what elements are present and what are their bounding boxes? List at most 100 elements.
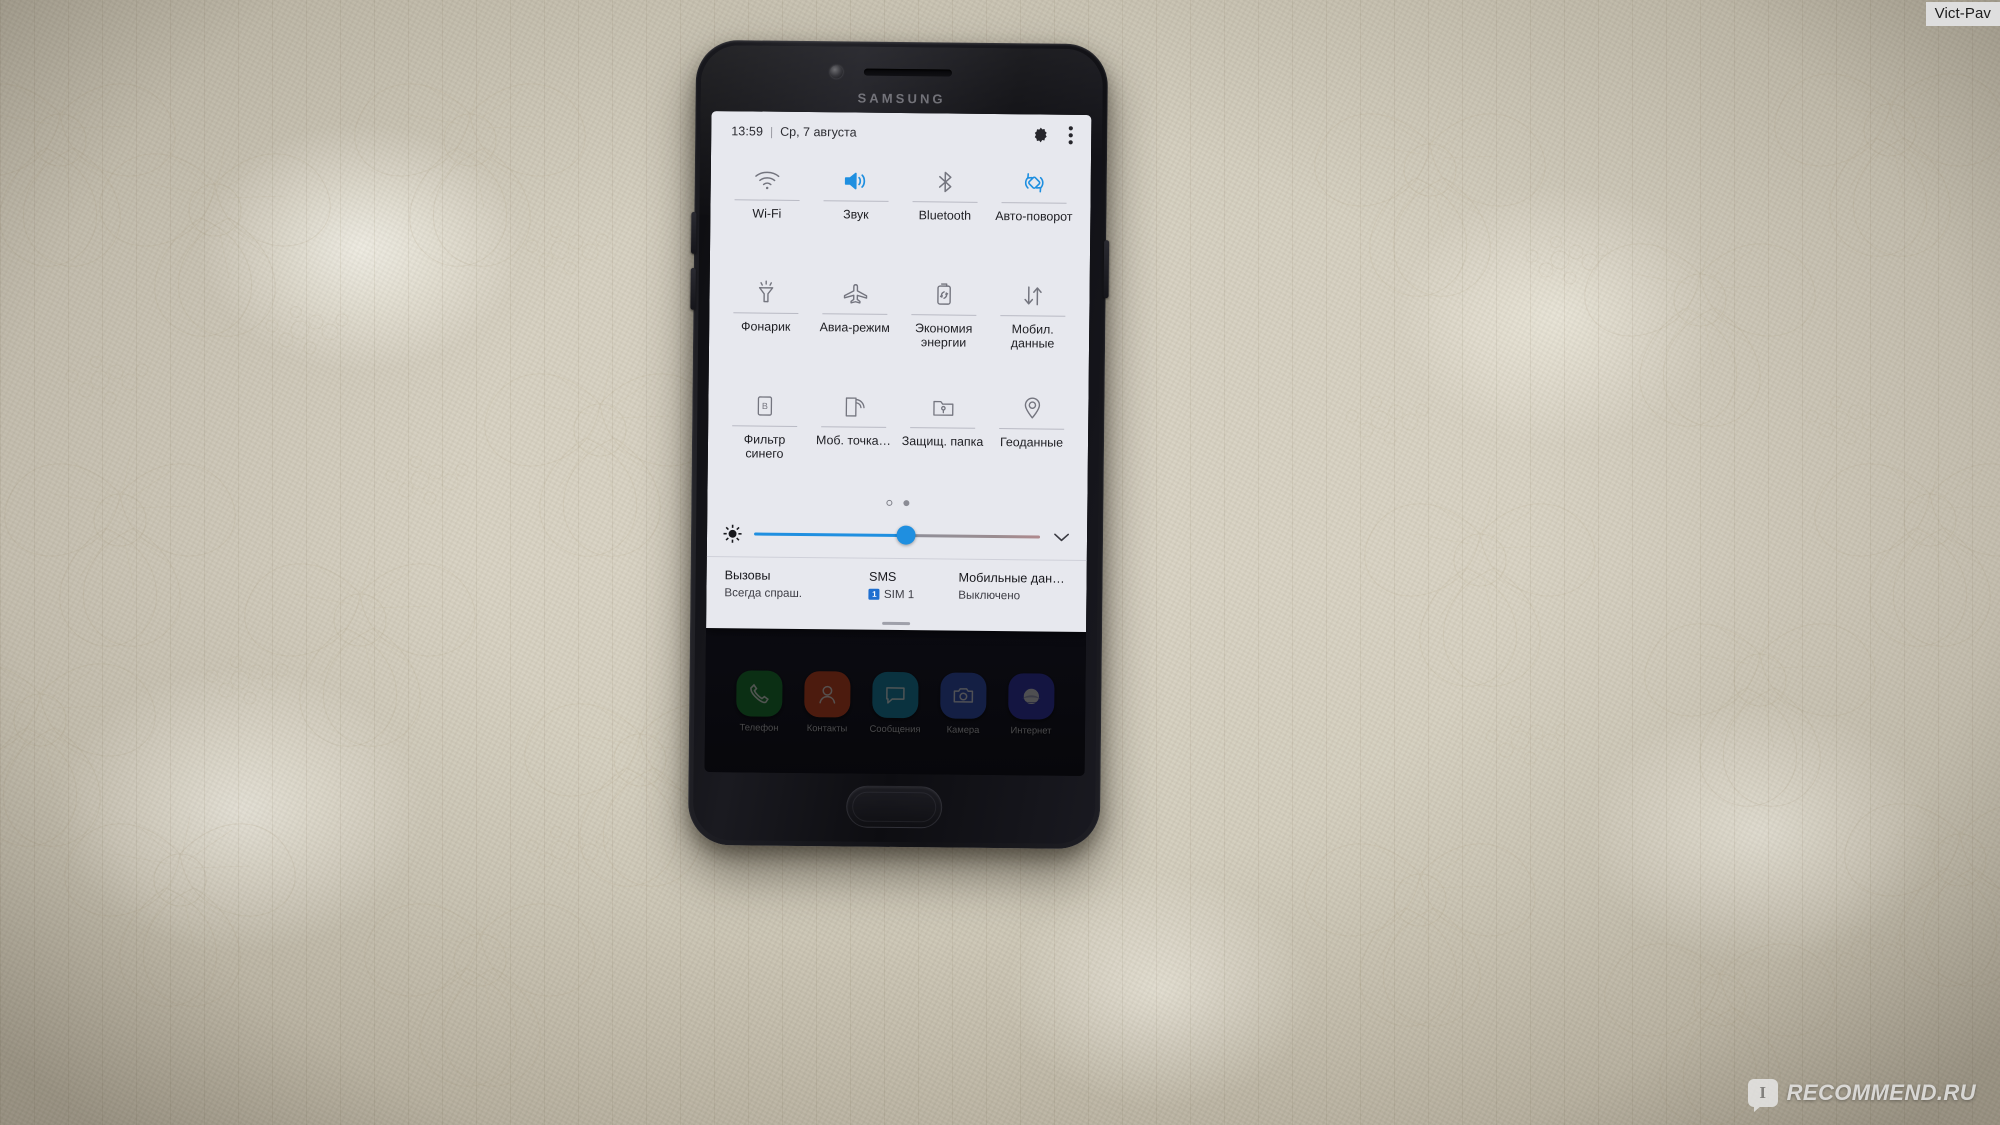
auto-rotate-icon [1021,165,1048,199]
toggle-location[interactable]: Геоданные [986,382,1076,496]
brightness-slider-handle[interactable] [896,525,916,545]
phone-body: SAMSUNG Телефон Контакты Сообщения Камер… [692,44,1104,845]
toggle-label: Мобил. данные [1010,322,1055,352]
dock-app-label: Контакты [806,722,848,734]
volume-down-button[interactable] [690,267,696,310]
dock-app-camera[interactable]: Камера [935,672,992,735]
volume-up-button[interactable] [690,211,697,254]
more-vertical-icon[interactable] [1068,125,1073,144]
tile-divider [1001,202,1067,204]
dock-app-internet[interactable]: Интернет [1003,673,1060,736]
sim-value-text: Всегда спраш. [724,586,803,601]
toggle-mobile-hotspot[interactable]: Моб. точка… [808,380,898,494]
toggle-label: Моб. точка… [815,433,892,448]
sound-icon [843,163,870,197]
panel-drag-handle[interactable] [882,621,911,626]
toggle-label: Звук [843,207,869,222]
dock-app-label: Камера [946,723,980,735]
toggle-auto-rotate[interactable]: Авто-поворот [989,156,1079,270]
sim-value-text: SIM 1 [883,587,915,602]
phone-screen: Телефон Контакты Сообщения Камера Интерн… [704,111,1092,776]
toggle-label: Геоданные [999,435,1064,450]
sim-value-text: Выключено [958,588,1021,603]
recommend-logo-text: RECOMMEND.RU [1786,1080,1976,1105]
tile-divider [822,313,887,315]
dock-app-contacts[interactable]: Контакты [799,671,856,734]
toggle-airplane-mode[interactable]: Авиа-режим [810,267,900,381]
toggle-label: Фонарик [741,319,791,334]
dock-app-messages[interactable]: Сообщения [867,671,924,735]
sim-title: Вызовы [724,568,771,583]
messages-icon [872,671,919,719]
brightness-control [707,510,1087,560]
toggle-secure-folder[interactable]: Защищ. папка [897,381,987,495]
sim-title: Мобильные дан… [958,570,1065,586]
status-time: 13:59 [731,124,764,139]
sim-title: SMS [869,569,897,584]
gear-icon[interactable] [1032,126,1049,143]
mobile-hotspot-icon [841,389,866,423]
toggle-label: Защищ. папка [901,434,984,449]
toggle-sound[interactable]: Звук [811,154,901,268]
blue-light-filter-icon: B [754,388,775,422]
mobile-data-icon [1020,278,1045,312]
page-dot-2[interactable] [902,500,909,507]
watermark-author: Vict-Pav [1925,2,2000,26]
camera-icon [940,672,987,719]
tile-divider [911,314,976,316]
location-icon [1021,391,1043,425]
app-dock: Телефон Контакты Сообщения Камера Интерн… [705,670,1086,736]
sim-status-bar: Вызовы Всегда спраш. SMS 1 SIM 1 Мобильн… [706,556,1087,632]
brightness-slider[interactable] [754,525,1041,545]
toggle-label: Wi-Fi [752,206,782,221]
sim-value: 1 SIM 1 [868,587,959,602]
header-separator: | [769,124,774,139]
phone-device: SAMSUNG Телефон Контакты Сообщения Камер… [687,39,1110,850]
tile-divider [912,201,978,203]
tile-divider [823,200,889,202]
sim-mobile-data[interactable]: Мобильные дан… Выключено [958,571,1069,632]
svg-text:B: B [762,400,768,410]
bluetooth-icon [934,164,957,198]
toggle-label: Авиа-режим [819,320,890,335]
airplane-icon [841,276,869,310]
earpiece-speaker [863,68,952,77]
tile-divider [999,428,1064,430]
toggle-flashlight[interactable]: Фонарик [721,266,811,380]
sim-value: Выключено [958,589,1068,603]
quick-settings-panel: 13:59 | Ср, 7 августа Wi-Fi Звук Bluetoo… [706,111,1092,632]
sim-calls[interactable]: Вызовы Всегда спраш. [724,568,869,630]
power-button[interactable] [1103,240,1110,299]
front-camera-icon [829,65,843,79]
toggle-power-saving[interactable]: Экономия энергии [899,268,989,382]
toggle-blue-light-filter[interactable]: B Фильтр синего [719,379,809,493]
header-spacer [857,133,1014,135]
dock-app-label: Сообщения [869,722,921,735]
flashlight-icon [754,275,777,309]
phone-icon [736,670,783,717]
watermark-recommend: I RECOMMEND.RU [1747,1079,1976,1112]
tile-divider [910,427,975,429]
brightness-icon [723,524,742,543]
toggle-mobile-data[interactable]: Мобил. данные [988,269,1078,383]
quick-settings-header: 13:59 | Ср, 7 августа [711,111,1091,155]
secure-folder-icon [930,390,956,424]
power-saving-icon [933,277,954,311]
toggle-label: Bluetooth [918,208,972,223]
toggle-label: Экономия энергии [915,321,973,351]
samsung-logo: SAMSUNG [857,90,946,107]
home-button[interactable] [845,785,943,829]
wifi-icon [754,162,781,196]
chevron-down-icon[interactable] [1052,530,1071,543]
toggle-bluetooth[interactable]: Bluetooth [900,155,990,269]
tile-divider [1000,315,1065,317]
toggle-label: Фильтр синего [743,432,786,462]
toggle-wifi[interactable]: Wi-Fi [722,153,812,267]
toggle-label: Авто-поворот [995,209,1073,224]
dock-app-label: Интернет [1010,724,1052,736]
status-date: Ср, 7 августа [780,124,857,140]
dock-app-phone[interactable]: Телефон [731,670,788,733]
page-dot-1[interactable] [885,499,892,506]
dock-app-label: Телефон [739,721,779,733]
contacts-icon [804,671,851,718]
